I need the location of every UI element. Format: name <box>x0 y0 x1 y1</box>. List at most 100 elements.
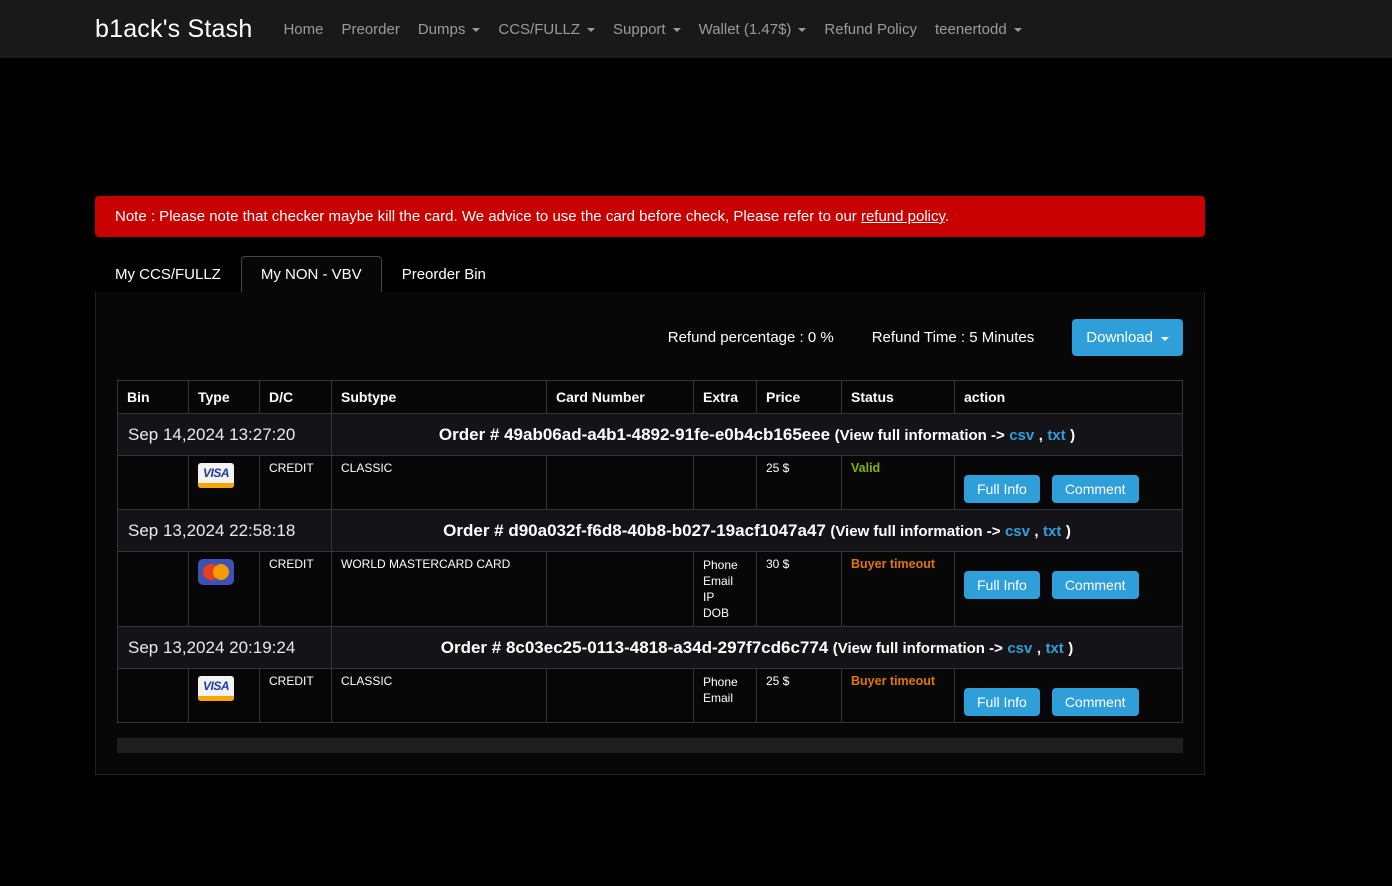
column-header-action: action <box>955 381 1183 414</box>
separator-text: , <box>1034 523 1038 540</box>
visa-icon-stripe <box>198 696 234 701</box>
price-cell: 25 $ <box>757 456 842 510</box>
mastercard-yellow-circle <box>213 564 229 580</box>
navbar-menu: Home Preorder Dumps CCS/FULLZ Support Wallet … <box>274 13 1030 46</box>
extra-line: Email <box>703 690 747 706</box>
csv-link[interactable]: csv <box>1009 427 1034 444</box>
extra-line: Phone <box>703 674 747 690</box>
order-date: Sep 14,2024 13:27:20 <box>118 414 332 456</box>
order-title: Order # 49ab06ad-a4b1-4892-91fe-e0b4cb16… <box>332 414 1183 456</box>
status-text: Valid <box>851 461 880 475</box>
refund-time-label: Refund Time : 5 Minutes <box>872 329 1035 346</box>
csv-link[interactable]: csv <box>1007 640 1032 657</box>
action-cell: Full Info Comment <box>955 552 1183 627</box>
card-data-row: CREDITWORLD MASTERCARD CARDPhoneEmailIPD… <box>118 552 1183 627</box>
brand-logo[interactable]: b1ack's Stash <box>95 15 252 44</box>
visa-icon-text: VISA <box>198 679 234 693</box>
nav-item-dumps[interactable]: Dumps <box>409 13 490 46</box>
extra-line: Email <box>703 573 747 589</box>
alert-text: Note : Please note that checker maybe ki… <box>115 208 861 225</box>
action-cell: Full Info Comment <box>955 669 1183 723</box>
mastercard-icon <box>198 559 234 585</box>
close-paren-text: ) <box>1070 427 1075 444</box>
order-title: Order # 8c03ec25-0113-4818-a34d-297f7cd6… <box>332 627 1183 669</box>
action-button-comment[interactable]: Comment <box>1052 688 1139 716</box>
action-button-full-info[interactable]: Full Info <box>964 571 1040 599</box>
txt-link[interactable]: txt <box>1045 640 1063 657</box>
order-id-text: Order # 8c03ec25-0113-4818-a34d-297f7cd6… <box>441 638 829 657</box>
column-header-bin: Bin <box>118 381 189 414</box>
column-header-price: Price <box>757 381 842 414</box>
extra-cell: PhoneEmailIPDOB <box>694 552 757 627</box>
tab-my-non-vbv[interactable]: My NON - VBV <box>241 256 382 292</box>
card-number-cell <box>547 669 694 723</box>
separator-text: , <box>1037 640 1041 657</box>
column-header-status: Status <box>842 381 955 414</box>
status-text: Buyer timeout <box>851 557 935 571</box>
nav-item-label: Home <box>283 21 323 38</box>
tab-my-ccs-fullz[interactable]: My CCS/FULLZ <box>95 256 241 292</box>
price-cell: 25 $ <box>757 669 842 723</box>
navbar: b1ack's Stash Home Preorder Dumps CCS/FULLZ… <box>0 0 1392 58</box>
table-header-row: BinTypeD/CSubtypeCard NumberExtraPriceSt… <box>118 381 1183 414</box>
nav-item-label: Refund Policy <box>824 21 917 38</box>
csv-link[interactable]: csv <box>1005 523 1030 540</box>
order-header-row: Sep 13,2024 22:58:18Order # d90a032f-f6d… <box>118 510 1183 552</box>
nav-item-support[interactable]: Support <box>604 13 690 46</box>
alert-text-suffix: . <box>945 208 949 225</box>
action-cell: Full Info Comment <box>955 456 1183 510</box>
bin-cell <box>118 552 189 627</box>
column-header-d-c: D/C <box>260 381 332 414</box>
extra-cell <box>694 456 757 510</box>
download-button[interactable]: Download <box>1072 319 1183 356</box>
close-paren-text: ) <box>1068 640 1073 657</box>
subtype-cell: CLASSIC <box>332 456 547 510</box>
order-header-row: Sep 13,2024 20:19:24Order # 8c03ec25-011… <box>118 627 1183 669</box>
nav-item-wallet-1-47[interactable]: Wallet (1.47$) <box>690 13 816 46</box>
subtype-cell: WORLD MASTERCARD CARD <box>332 552 547 627</box>
extra-cell: PhoneEmail <box>694 669 757 723</box>
action-button-comment[interactable]: Comment <box>1052 475 1139 503</box>
caret-down-icon <box>673 28 681 32</box>
nav-item-preorder[interactable]: Preorder <box>332 13 408 46</box>
caret-down-icon <box>1014 28 1022 32</box>
order-id-text: Order # 49ab06ad-a4b1-4892-91fe-e0b4cb16… <box>439 425 830 444</box>
separator-text: , <box>1039 427 1043 444</box>
orders-table: BinTypeD/CSubtypeCard NumberExtraPriceSt… <box>117 380 1183 723</box>
action-button-full-info[interactable]: Full Info <box>964 688 1040 716</box>
txt-link[interactable]: txt <box>1043 523 1061 540</box>
card-data-row: VISACREDITCLASSIC25 $ValidFull InfoComme… <box>118 456 1183 510</box>
txt-link[interactable]: txt <box>1047 427 1065 444</box>
card-data-row: VISACREDITCLASSICPhoneEmail25 $Buyer tim… <box>118 669 1183 723</box>
nav-item-ccs-fullz[interactable]: CCS/FULLZ <box>489 13 604 46</box>
order-header-row: Sep 14,2024 13:27:20 Order # 49ab06ad-a4b… <box>118 414 1183 456</box>
status-text: Buyer timeout <box>851 674 935 688</box>
refund-policy-link[interactable]: refund policy <box>861 208 945 225</box>
extra-line: IP <box>703 589 747 605</box>
nav-item-home[interactable]: Home <box>274 13 332 46</box>
nav-item-label: Dumps <box>418 21 466 38</box>
action-button-comment[interactable]: Comment <box>1052 571 1139 599</box>
nav-item-label: Preorder <box>341 21 399 38</box>
order-id-text: Order # d90a032f-f6d8-40b8-b027-19acf104… <box>443 521 826 540</box>
status-cell: Valid <box>842 456 955 510</box>
visa-icon-text: VISA <box>198 466 234 480</box>
visa-icon-stripe <box>198 483 234 488</box>
type-cell <box>189 552 260 627</box>
visa-icon: VISA <box>198 463 234 488</box>
nav-item-refund-policy[interactable]: Refund Policy <box>815 13 926 46</box>
download-button-label: Download <box>1086 329 1153 346</box>
dc-cell: CREDIT <box>260 669 332 723</box>
nav-item-teenertodd[interactable]: teenertodd <box>926 13 1031 46</box>
column-header-card-number: Card Number <box>547 381 694 414</box>
tab-preorder-bin[interactable]: Preorder Bin <box>382 256 506 292</box>
action-button-full-info[interactable]: Full Info <box>964 475 1040 503</box>
nav-item-label: CCS/FULLZ <box>498 21 580 38</box>
caret-down-icon <box>472 28 480 32</box>
nav-item-label: Support <box>613 21 666 38</box>
card-number-cell <box>547 552 694 627</box>
price-cell: 30 $ <box>757 552 842 627</box>
column-header-subtype: Subtype <box>332 381 547 414</box>
table-body: Sep 14,2024 13:27:20 Order # 49ab06ad-a4b… <box>118 414 1183 723</box>
table-scrollbar-track[interactable] <box>117 738 1183 753</box>
